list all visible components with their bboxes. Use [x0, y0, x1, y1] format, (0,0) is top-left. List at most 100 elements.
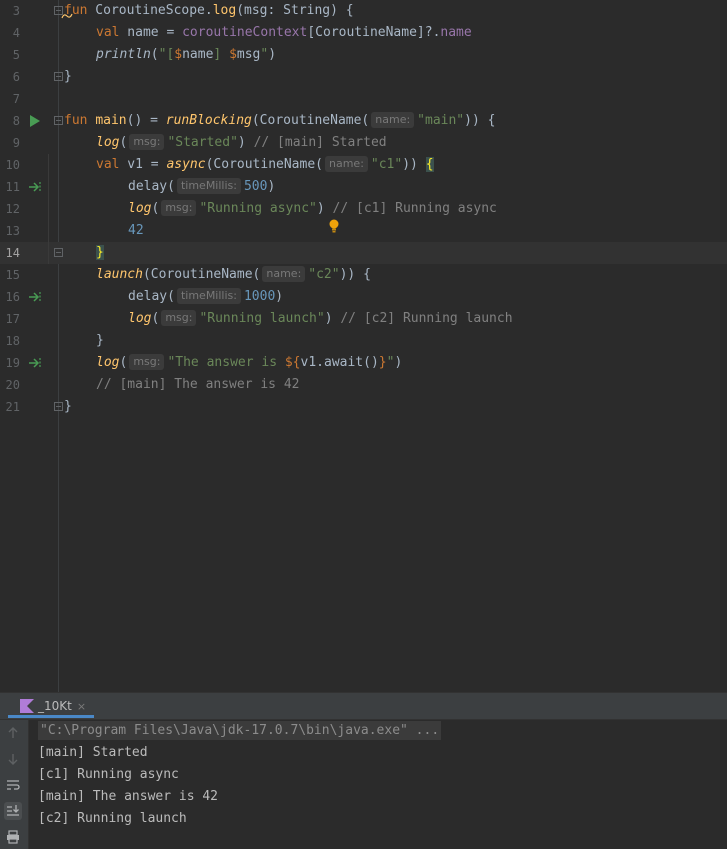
line-number: 3	[12, 4, 20, 18]
parameter-hint: name:	[371, 112, 415, 128]
parameter-hint: msg:	[129, 134, 165, 150]
code-line[interactable]: 6 }	[0, 66, 727, 88]
code-text: val v1 = async(CoroutineName(name: "c1"))…	[96, 156, 434, 172]
arrow-down-icon	[8, 754, 18, 765]
parameter-hint: msg:	[129, 354, 165, 370]
code-line[interactable]: 13 42	[0, 220, 727, 242]
code-line[interactable]: 21 }	[0, 396, 727, 418]
close-tab-icon[interactable]: ×	[77, 700, 86, 713]
code-text: println("[$name] $msg")	[96, 47, 277, 62]
scroll-to-end-icon	[7, 805, 19, 816]
code-text: log(msg: "Running async") // [c1] Running…	[128, 200, 497, 216]
indent-guide	[48, 154, 49, 264]
code-text: }	[64, 69, 72, 84]
recursive-call-icon	[61, 13, 73, 19]
code-text: log(msg: "The answer is ${v1.await()}")	[96, 354, 403, 370]
fold-toggle-icon[interactable]	[54, 116, 63, 125]
run-toolbar	[0, 720, 29, 849]
run-tab-label: _10Kt	[38, 699, 72, 713]
arrow-up-icon	[8, 727, 18, 738]
line-number: 16	[5, 290, 20, 304]
run-tool-window: _10Kt × "C:\Program Files\Java\jdk-17.0.…	[0, 692, 727, 849]
suspend-call-icon	[29, 358, 41, 368]
code-text: }	[64, 399, 72, 414]
kotlin-icon	[20, 699, 34, 713]
code-line[interactable]: 19 log(msg: "The answer is ${v1.await()}"…	[0, 352, 727, 374]
console-line: [c1] Running async	[38, 767, 179, 782]
code-line[interactable]: 16 delay(timeMillis: 1000)	[0, 286, 727, 308]
suspend-call-icon	[29, 292, 41, 302]
console-line: [main] Started	[38, 745, 148, 760]
code-line[interactable]: 20 // [main] The answer is 42	[0, 374, 727, 396]
line-number: 21	[5, 400, 20, 414]
line-number: 7	[12, 92, 20, 106]
code-line-current[interactable]: 14 }	[0, 242, 727, 264]
code-text: }	[96, 333, 104, 348]
matched-brace: }	[96, 245, 104, 260]
console-command-line: "C:\Program Files\Java\jdk-17.0.7\bin\ja…	[38, 721, 442, 740]
code-text: // [main] The answer is 42	[96, 377, 300, 392]
code-text: fun main() = runBlocking(CoroutineName(n…	[64, 112, 496, 128]
console-output[interactable]: "C:\Program Files\Java\jdk-17.0.7\bin\ja…	[38, 720, 718, 830]
line-number: 19	[5, 356, 20, 370]
matched-brace: {	[425, 157, 434, 172]
code-line[interactable]: 10 val v1 = async(CoroutineName(name: "c1…	[0, 154, 727, 176]
code-text: val name = coroutineContext[CoroutineNam…	[96, 25, 472, 40]
parameter-hint: timeMillis:	[176, 288, 241, 304]
code-line[interactable]: 8 fun main() = runBlocking(CoroutineName…	[0, 110, 727, 132]
console-line: [main] The answer is 42	[38, 789, 219, 804]
scroll-up-button[interactable]	[4, 724, 22, 742]
soft-wrap-button[interactable]	[4, 776, 22, 794]
code-line[interactable]: 17 log(msg: "Running launch") // [c2] Run…	[0, 308, 727, 330]
fold-end-icon[interactable]	[54, 402, 63, 411]
code-line[interactable]: 9 log(msg: "Started") // [main] Started	[0, 132, 727, 154]
line-number: 4	[12, 26, 20, 40]
print-button[interactable]	[4, 828, 22, 846]
code-line[interactable]: 18 }	[0, 330, 727, 352]
code-text: log(msg: "Started") // [main] Started	[96, 134, 387, 150]
code-line[interactable]: 3 fun CoroutineScope.log(msg: String) {	[0, 0, 727, 22]
line-number: 6	[12, 70, 20, 84]
code-line[interactable]: 5 println("[$name] $msg")	[0, 44, 727, 66]
line-number: 5	[12, 48, 20, 62]
line-number: 13	[5, 224, 20, 238]
run-icon[interactable]	[30, 115, 40, 127]
suspend-call-icon	[29, 182, 41, 192]
line-number: 8	[12, 114, 20, 128]
line-number: 10	[5, 158, 20, 172]
code-line[interactable]: 12 log(msg: "Running async") // [c1] Runn…	[0, 198, 727, 220]
line-number: 11	[5, 180, 20, 194]
parameter-hint: name:	[262, 266, 306, 282]
code-text: 42	[128, 223, 144, 238]
parameter-hint: name:	[325, 156, 368, 172]
code-text: launch(CoroutineName(name: "c2")) {	[96, 266, 371, 282]
code-line[interactable]: 11 delay(timeMillis: 500)	[0, 176, 727, 198]
print-icon	[7, 830, 19, 844]
fold-end-icon[interactable]	[54, 72, 63, 81]
code-editor[interactable]: 3 fun CoroutineScope.log(msg: String) { …	[0, 0, 727, 692]
line-number: 9	[12, 136, 20, 150]
parameter-hint: msg:	[161, 310, 197, 326]
code-line[interactable]: 4 val name = coroutineContext[CoroutineN…	[0, 22, 727, 44]
scroll-down-button[interactable]	[4, 750, 22, 768]
code-line[interactable]: 15 launch(CoroutineName(name: "c2")) {	[0, 264, 727, 286]
run-tab-bar: _10Kt ×	[0, 693, 727, 720]
code-text: log(msg: "Running launch") // [c2] Runnin…	[128, 310, 513, 326]
soft-wrap-icon	[7, 780, 20, 790]
line-number: 20	[5, 378, 20, 392]
fold-end-icon[interactable]	[54, 248, 63, 257]
code-text: delay(timeMillis: 500)	[128, 178, 276, 194]
console-line: [c2] Running launch	[38, 811, 187, 826]
line-number: 18	[5, 334, 20, 348]
line-number: 12	[5, 202, 20, 216]
code-text: fun CoroutineScope.log(msg: String) {	[64, 3, 354, 18]
lightbulb-icon[interactable]	[329, 219, 339, 233]
scroll-to-end-button[interactable]	[4, 802, 22, 820]
parameter-hint: timeMillis:	[176, 178, 241, 194]
line-number: 15	[5, 268, 20, 282]
code-line[interactable]: 7	[0, 88, 727, 110]
code-text: }	[96, 242, 104, 264]
line-number: 17	[5, 312, 20, 326]
code-text: delay(timeMillis: 1000)	[128, 288, 284, 304]
line-number: 14	[5, 246, 20, 260]
